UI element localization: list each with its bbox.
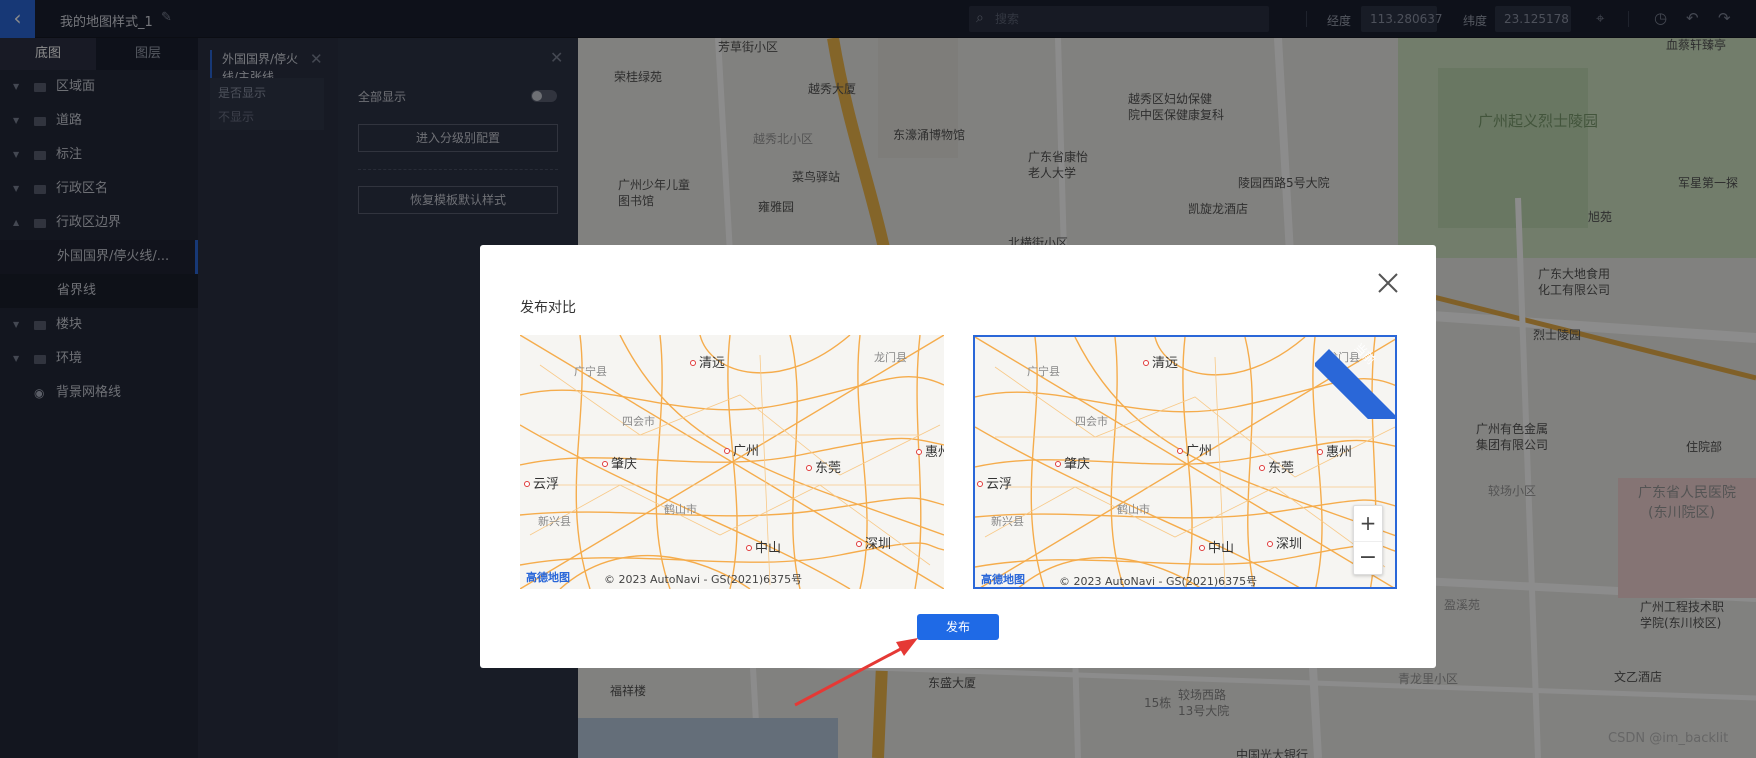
city-dot-icon — [1199, 545, 1205, 551]
city-dot-icon — [1177, 448, 1183, 454]
town-label: 鹤山市 — [1117, 503, 1150, 516]
city-dot-icon — [916, 449, 922, 455]
city-dot-icon — [1055, 461, 1061, 467]
city-label: 清远 — [1143, 352, 1178, 371]
city-label: 惠州 — [1317, 441, 1352, 460]
zoom-out-button[interactable]: − — [1354, 541, 1382, 575]
current-map-preview: 广宁县 龙门县 四会市 鹤山市 新兴县 清远 广州 东莞 肇庆 云浮 深圳 中山… — [973, 335, 1397, 589]
city-dot-icon — [1317, 449, 1323, 455]
city-dot-icon — [690, 360, 696, 366]
city-dot-icon — [1143, 360, 1149, 366]
town-label: 广宁县 — [574, 365, 607, 378]
publish-compare-dialog: 发布对比 广宁县 龙门县 四会市 鹤山市 新兴县 清远 广州 东莞 肇庆 云浮 … — [480, 245, 1436, 668]
city-dot-icon — [524, 481, 530, 487]
town-label: 广宁县 — [1027, 365, 1060, 378]
watermark: CSDN @im_backlit — [1608, 731, 1729, 746]
previous-map-preview: 广宁县 龙门县 四会市 鹤山市 新兴县 清远 广州 东莞 肇庆 云浮 深圳 中山… — [520, 335, 944, 589]
city-label: 深圳 — [1267, 533, 1302, 552]
town-label: 龙门县 — [874, 351, 907, 364]
city-label: 云浮 — [524, 473, 559, 492]
dialog-title: 发布对比 — [520, 300, 576, 316]
city-dot-icon — [746, 545, 752, 551]
amap-logo: 高德地图 — [526, 571, 570, 584]
city-dot-icon — [856, 541, 862, 547]
city-label: 中山 — [1199, 537, 1234, 556]
city-dot-icon — [806, 465, 812, 471]
city-label: 广州 — [1177, 440, 1212, 459]
city-label: 深圳 — [856, 533, 891, 552]
current-badge-label: 当前 — [1351, 340, 1379, 368]
zoom-in-button[interactable]: + — [1354, 506, 1382, 540]
town-label: 四会市 — [622, 415, 655, 428]
city-label: 惠州 — [916, 441, 944, 460]
town-label: 鹤山市 — [664, 503, 697, 516]
city-dot-icon — [1267, 541, 1273, 547]
amap-logo: 高德地图 — [981, 573, 1025, 586]
current-badge: 当前 — [1315, 337, 1395, 419]
town-label: 新兴县 — [538, 515, 571, 528]
badge-band — [1315, 349, 1395, 419]
city-label: 清远 — [690, 352, 725, 371]
city-label: 肇庆 — [1055, 453, 1090, 472]
city-label: 东莞 — [1259, 457, 1294, 476]
town-label: 四会市 — [1075, 415, 1108, 428]
city-dot-icon — [977, 481, 983, 487]
city-dot-icon — [602, 461, 608, 467]
publish-button[interactable]: 发布 — [917, 614, 999, 640]
map-copyright: © 2023 AutoNavi - GS(2021)6375号 — [1059, 575, 1258, 588]
city-label: 云浮 — [977, 473, 1012, 492]
zoom-control: + − — [1353, 505, 1383, 575]
town-label: 新兴县 — [991, 515, 1024, 528]
city-label: 东莞 — [806, 457, 841, 476]
city-label: 中山 — [746, 537, 781, 556]
city-label: 广州 — [724, 440, 759, 459]
city-dot-icon — [1259, 465, 1265, 471]
city-label: 肇庆 — [602, 453, 637, 472]
city-dot-icon — [724, 448, 730, 454]
map-copyright: © 2023 AutoNavi - GS(2021)6375号 — [604, 573, 803, 586]
close-icon[interactable] — [1376, 271, 1400, 295]
